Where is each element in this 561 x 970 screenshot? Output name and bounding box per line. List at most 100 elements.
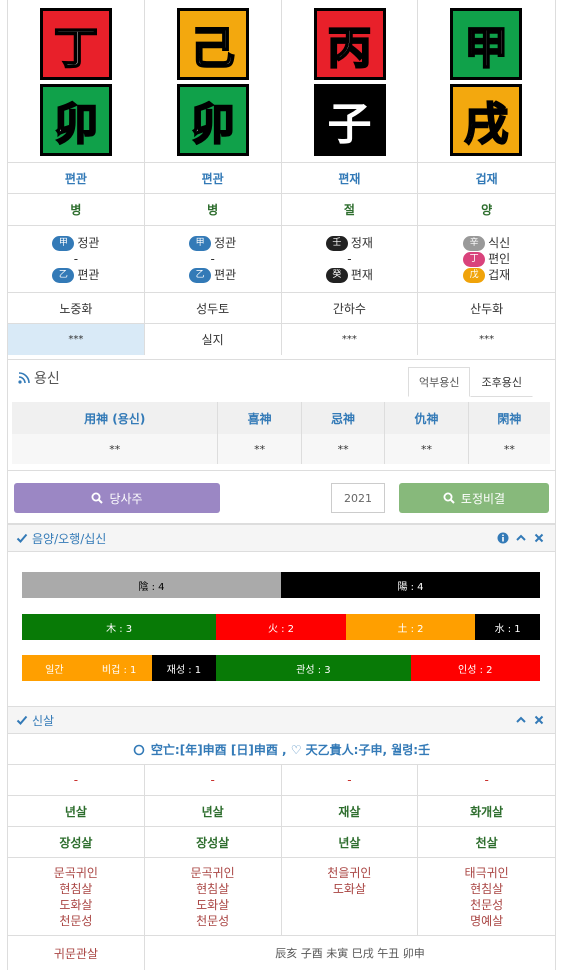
sipsin-bar: 일간 비겁 : 1 재성 : 1 관성 : 3 인성 : 2 <box>22 655 540 681</box>
extra-cell: 실지 <box>145 324 282 355</box>
sinsal-item: 명예살 <box>470 914 504 928</box>
sinsal-item: 현침살 <box>59 882 93 896</box>
yongsin-table: 用神 (용신) 喜神 忌神 仇神 閑神 ** ** ** ** ** <box>12 402 550 464</box>
sinsal-item: 현침살 <box>470 882 504 896</box>
dangsaju-button[interactable]: 당사주 <box>14 483 220 513</box>
stem-pill: 辛 <box>463 235 486 251</box>
sinsal-item: 도화살 <box>332 882 366 896</box>
close-icon[interactable] <box>533 714 545 726</box>
guimun-row: 귀문관살 辰亥 子酉 未寅 巳戌 午丑 卯申 <box>8 936 555 970</box>
stem-pill: 戊 <box>463 267 486 283</box>
pillar-year: 甲 戌 <box>418 0 555 162</box>
sinsal-item: 문곡귀인 <box>53 866 98 880</box>
water-segment: 水 : 1 <box>475 614 540 640</box>
yongsin-title-text: 용신 <box>34 371 60 387</box>
huisin-header: 喜神 <box>217 402 302 434</box>
hansin-value: ** <box>468 434 550 464</box>
pillar-day: 己 卯 <box>145 0 282 162</box>
sinsal-item: 문곡귀인 <box>190 866 235 880</box>
guimun-value: 辰亥 子酉 未寅 巳戌 午丑 卯申 <box>275 947 425 960</box>
stem-pill: 甲 <box>52 235 75 251</box>
tab-eokbu[interactable]: 억부용신 <box>408 367 471 397</box>
sinsal-cell: 장성살 <box>8 827 145 857</box>
jaeseong-segment: 재성 : 1 <box>151 655 217 681</box>
gongmang-text: 空亡:[年]申酉 [日]申酉 , ♡ 天乙貴人:子申, 월령:壬 <box>150 743 431 757</box>
extra-row: *** 실지 *** *** <box>8 324 555 355</box>
sinsal-item: 천문성 <box>470 898 504 912</box>
sipsin-row: 편관 편관 편재 겁재 <box>8 163 555 194</box>
unseong-cell: 절 <box>282 194 419 225</box>
balance-bars: 陰 : 4 陽 : 4 木 : 3 火 : 2 土 : 2 水 : 1 일간 비… <box>8 554 555 706</box>
hidden-label: 정재 <box>350 236 373 250</box>
info-icon[interactable] <box>497 532 509 544</box>
close-icon[interactable] <box>533 532 545 544</box>
sipsin-cell: 편관 <box>8 163 145 193</box>
stem-tile: 己 <box>176 8 249 80</box>
hidden-stems-cell: 甲 정관 - 乙 편관 <box>145 226 282 292</box>
sinsal-list-cell: 문곡귀인 현침살 도화살 천문성 <box>8 858 145 935</box>
dangsaju-label: 당사주 <box>109 491 143 506</box>
stem-pill: 乙 <box>52 267 75 283</box>
sinsal-item: 천을귀인 <box>327 866 372 880</box>
stem-tile: 丁 <box>40 8 112 80</box>
guimun-label: 귀문관살 <box>8 936 145 970</box>
hidden-label: 편인 <box>488 252 511 266</box>
sipsin-cell: 편재 <box>282 163 419 193</box>
wood-segment: 木 : 3 <box>22 614 217 640</box>
unseong-cell: 병 <box>145 194 282 225</box>
tab-johu[interactable]: 조후용신 <box>470 367 533 397</box>
sinsal-cell: 년살 <box>145 796 282 826</box>
sinsal-list-cell: 태극귀인 현침살 천문성 명예살 <box>418 858 555 935</box>
stem-pill: 壬 <box>325 235 348 251</box>
sinsal-cell: - <box>282 765 419 795</box>
yinyang-bar: 陰 : 4 陽 : 4 <box>22 572 540 598</box>
gwanseong-segment: 관성 : 3 <box>216 655 411 681</box>
gisin-value: ** <box>301 434 386 464</box>
hidden-label: 식신 <box>488 236 511 250</box>
sinsal-row-2: 년살 년살 재살 화개살 <box>8 796 555 827</box>
collapse-icon[interactable] <box>515 714 527 726</box>
sinsal-cell: 년살 <box>282 827 419 857</box>
rss-icon <box>18 372 30 384</box>
sinsal-item: 천문성 <box>59 914 93 928</box>
tojeong-button[interactable]: 토정비결 <box>399 483 549 513</box>
sinsal-item: 도화살 <box>196 898 230 912</box>
napeum-cell: 성두토 <box>145 293 282 323</box>
eumyang-title: 음양/오행/십신 <box>32 531 107 546</box>
sinsal-list-cell: 천을귀인 도화살 <box>282 858 419 935</box>
bigeop-segment: 비겁 : 1 <box>86 655 152 681</box>
extra-cell: *** <box>8 324 145 355</box>
branch-tile: 卯 <box>176 84 249 156</box>
dash: - <box>210 252 215 266</box>
pillar-month: 丙 子 <box>282 0 419 162</box>
sinsal-cell: - <box>8 765 145 795</box>
inseong-segment: 인성 : 2 <box>410 655 540 681</box>
branch-tile: 子 <box>313 84 386 156</box>
gusin-value: ** <box>384 434 469 464</box>
sinsal-item: 천문성 <box>196 914 230 928</box>
year-input[interactable]: 2021 <box>331 483 385 513</box>
eumyang-panel-header: 음양/오행/십신 <box>8 524 555 552</box>
check-icon <box>16 715 28 725</box>
yongsin-value: ** <box>12 434 219 464</box>
hidden-label: 편관 <box>77 268 100 282</box>
huisin-value: ** <box>217 434 302 464</box>
search-icon <box>91 492 104 504</box>
sinsal-cell: 재살 <box>282 796 419 826</box>
action-row: 당사주 2021 토정비결 <box>8 472 555 524</box>
stem-tile: 丙 <box>313 8 386 80</box>
napeum-cell: 노중화 <box>8 293 145 323</box>
sinsal-cell: - <box>145 765 282 795</box>
sinsal-row-3: 장성살 장성살 년살 천살 <box>8 827 555 858</box>
stem-pill: 癸 <box>325 267 348 283</box>
collapse-icon[interactable] <box>515 532 527 544</box>
tojeong-label: 토정비결 <box>460 491 506 506</box>
hidden-label: 정관 <box>77 236 100 250</box>
fire-segment: 火 : 2 <box>216 614 346 640</box>
hidden-label: 편관 <box>214 268 237 282</box>
extra-cell: *** <box>282 324 419 355</box>
dash: - <box>347 252 352 266</box>
sinsal-cell: 화개살 <box>470 804 504 819</box>
hidden-stems-cell: 壬 정재 - 癸 편재 <box>282 226 419 292</box>
yongsin-panel: 용신 억부용신 조후용신 用神 (용신) 喜神 忌神 仇神 閑神 ** ** *… <box>8 359 555 471</box>
